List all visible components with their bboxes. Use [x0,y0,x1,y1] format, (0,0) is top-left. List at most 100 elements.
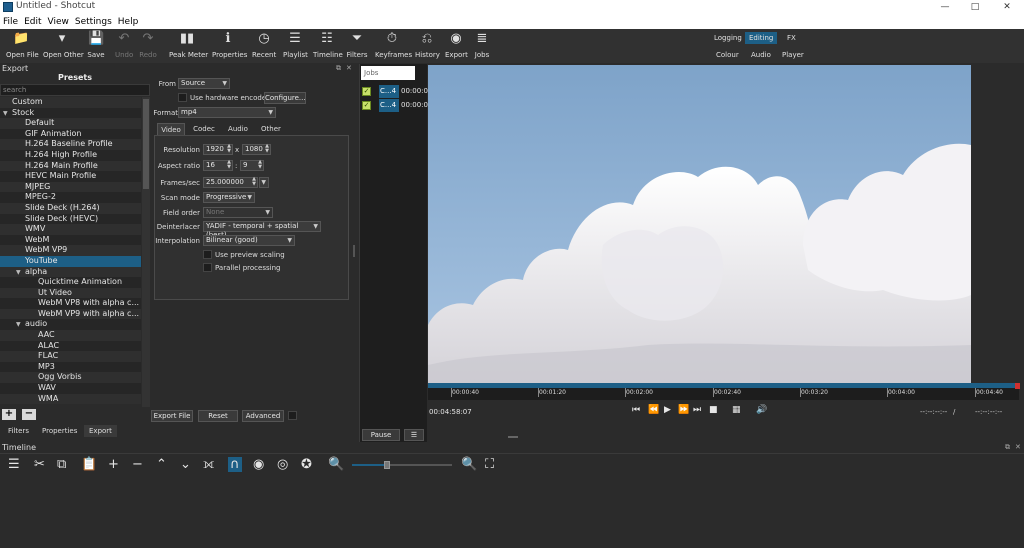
stop-toggle-icon[interactable]: ■ [709,405,718,415]
parallel-processing-checkbox[interactable] [203,263,212,272]
splitter-handle[interactable] [508,436,518,438]
preset-scrollbar-thumb[interactable] [143,99,149,189]
timeline-button[interactable]: ☷ Timeline [313,31,343,59]
ripple-icon[interactable]: ◎ [277,457,288,472]
open-file-button[interactable]: 📁 Open File [6,31,39,59]
aspect-height-input[interactable]: 9 ▲ ▼ [240,160,264,171]
remove-icon[interactable]: − [132,457,143,472]
preset-list-item[interactable]: MP3 [0,361,141,373]
layout-logging-button[interactable]: Logging [710,32,746,44]
export-file-button[interactable]: Export File [151,410,193,422]
hw-encoder-checkbox[interactable] [178,93,187,102]
save-button[interactable]: 💾 Save [86,31,106,59]
menu-icon[interactable]: ☰ [8,457,20,472]
ripple-all-icon[interactable]: ✪ [301,457,312,472]
tab-other[interactable]: Other [256,123,286,135]
reset-button[interactable]: Reset [198,410,238,422]
preset-list-item[interactable]: Default [0,118,141,129]
fps-preset-dropdown[interactable]: ▼ [259,177,269,188]
menu-view[interactable]: View [45,15,72,29]
cut-icon[interactable]: ✂ [34,457,45,472]
filters-button[interactable]: ⏷ Filters [346,31,368,59]
zoom-slider[interactable] [352,461,452,469]
jobs-menu-button[interactable]: ☰ [404,429,424,441]
add-preset-button[interactable]: + [2,409,16,420]
job-row[interactable]: ✓ C...4 00:00:0 [362,85,428,98]
scrub-eye-icon[interactable]: ◉ [253,457,264,472]
paste-icon[interactable]: 📋 [81,457,97,472]
preset-scrollbar[interactable] [142,97,150,407]
export-button[interactable]: ◉ Export [445,31,468,59]
advanced-checkbox[interactable] [288,411,297,420]
lift-icon[interactable]: ⌃ [156,457,167,472]
zoom-slider-handle[interactable] [384,461,390,469]
play-icon[interactable]: ▶ [664,405,671,415]
preset-list-item[interactable]: GIF Animation [0,128,141,140]
expand-arrow-icon[interactable]: ▼ [3,109,12,119]
playlist-button[interactable]: ☰ Playlist [283,31,308,59]
export-close-icon[interactable]: ✕ [346,64,352,72]
preset-list-item[interactable]: YouTube [0,255,141,267]
preset-list-item[interactable]: ▼ audio [0,319,141,331]
configure-button[interactable]: Configure... [264,92,306,104]
skip-next-icon[interactable]: ⏭ [693,405,701,415]
tab-video[interactable]: Video [157,123,185,135]
overwrite-icon[interactable]: ⌄ [180,457,191,472]
preview-scaling-checkbox[interactable] [203,250,212,259]
menu-help[interactable]: Help [115,15,142,29]
advanced-button[interactable]: Advanced [242,410,284,422]
preset-list-item[interactable]: WebM VP9 [0,245,141,256]
preset-list-item[interactable]: Ogg Vorbis [0,372,141,384]
zoom-fit-icon[interactable]: ⛶ [485,457,494,472]
add-icon[interactable]: + [108,457,119,472]
preset-list-item[interactable]: FLAC [0,351,141,362]
video-preview[interactable] [428,65,971,383]
tab-export[interactable]: Export [84,425,117,437]
job-row[interactable]: ✓ C...4 00:00:0 [362,99,428,112]
preset-list-item[interactable]: ▼ alpha [0,266,141,278]
tab-properties[interactable]: Properties [37,425,82,437]
deinterlacer-select[interactable]: YADIF - temporal + spatial (best)▼ [203,221,321,239]
preset-list-item[interactable]: MPEG-2 [0,192,141,203]
resolution-width-input[interactable]: 1920 ▲ ▼ [203,144,233,155]
preset-list-item[interactable]: Slide Deck (H.264) [0,202,141,214]
playhead-marker[interactable] [1015,383,1020,389]
jobs-button[interactable]: ≣ Jobs [473,31,491,59]
timeline-tracks-area[interactable] [0,475,1024,548]
preset-list-item[interactable]: HEVC Main Profile [0,171,141,182]
menu-edit[interactable]: Edit [21,15,44,29]
preset-list-item[interactable]: WMV [0,224,141,235]
properties-button[interactable]: ℹ Properties [212,31,247,59]
preset-list-item[interactable]: H.264 Main Profile [0,160,141,172]
pause-button[interactable]: Pause [362,429,400,441]
maximize-button[interactable]: □ [960,0,990,15]
layout-fx-button[interactable]: FX [783,32,800,44]
rewind-icon[interactable]: ⏪ [648,405,659,415]
menu-file[interactable]: File [0,15,21,29]
timeline-close-icon[interactable]: ✕ [1015,443,1021,451]
zoom-out-icon[interactable]: 🔍 [328,457,344,472]
splitter-handle[interactable] [353,245,355,257]
history-button[interactable]: ⎌ History [415,31,440,59]
tab-filters[interactable]: Filters [3,425,34,437]
preset-list-item[interactable]: AAC [0,330,141,341]
zoom-in-icon[interactable]: 🔍 [461,457,477,472]
preset-list-item[interactable]: MJPEG [0,181,141,193]
preset-list-item[interactable]: Ut Video [0,287,141,299]
preset-list-item[interactable]: WebM [0,234,141,246]
skip-previous-icon[interactable]: ⏮ [632,405,640,415]
layout-audio-button[interactable]: Audio [747,49,775,61]
preset-list-item[interactable]: WebM VP8 with alpha c... [0,298,141,309]
scan-mode-select[interactable]: Progressive ▼ [203,192,255,203]
resolution-height-input[interactable]: 1080 ▲ ▼ [242,144,271,155]
fps-input[interactable]: 25.000000 ▲ ▼ [203,177,258,188]
preset-list-item[interactable]: Slide Deck (HEVC) [0,213,141,225]
snap-magnet-icon[interactable]: ∩ [228,457,242,472]
preset-list-item[interactable]: WAV [0,383,141,394]
menu-settings[interactable]: Settings [72,15,115,29]
preset-list-item[interactable]: ▼ Stock [0,107,141,119]
peak-meter-button[interactable]: ▮▮ Peak Meter [169,31,208,59]
minimize-button[interactable]: — [930,0,960,15]
from-select[interactable]: Source ▼ [178,78,230,89]
redo-button[interactable]: ↷ Redo [139,31,157,59]
